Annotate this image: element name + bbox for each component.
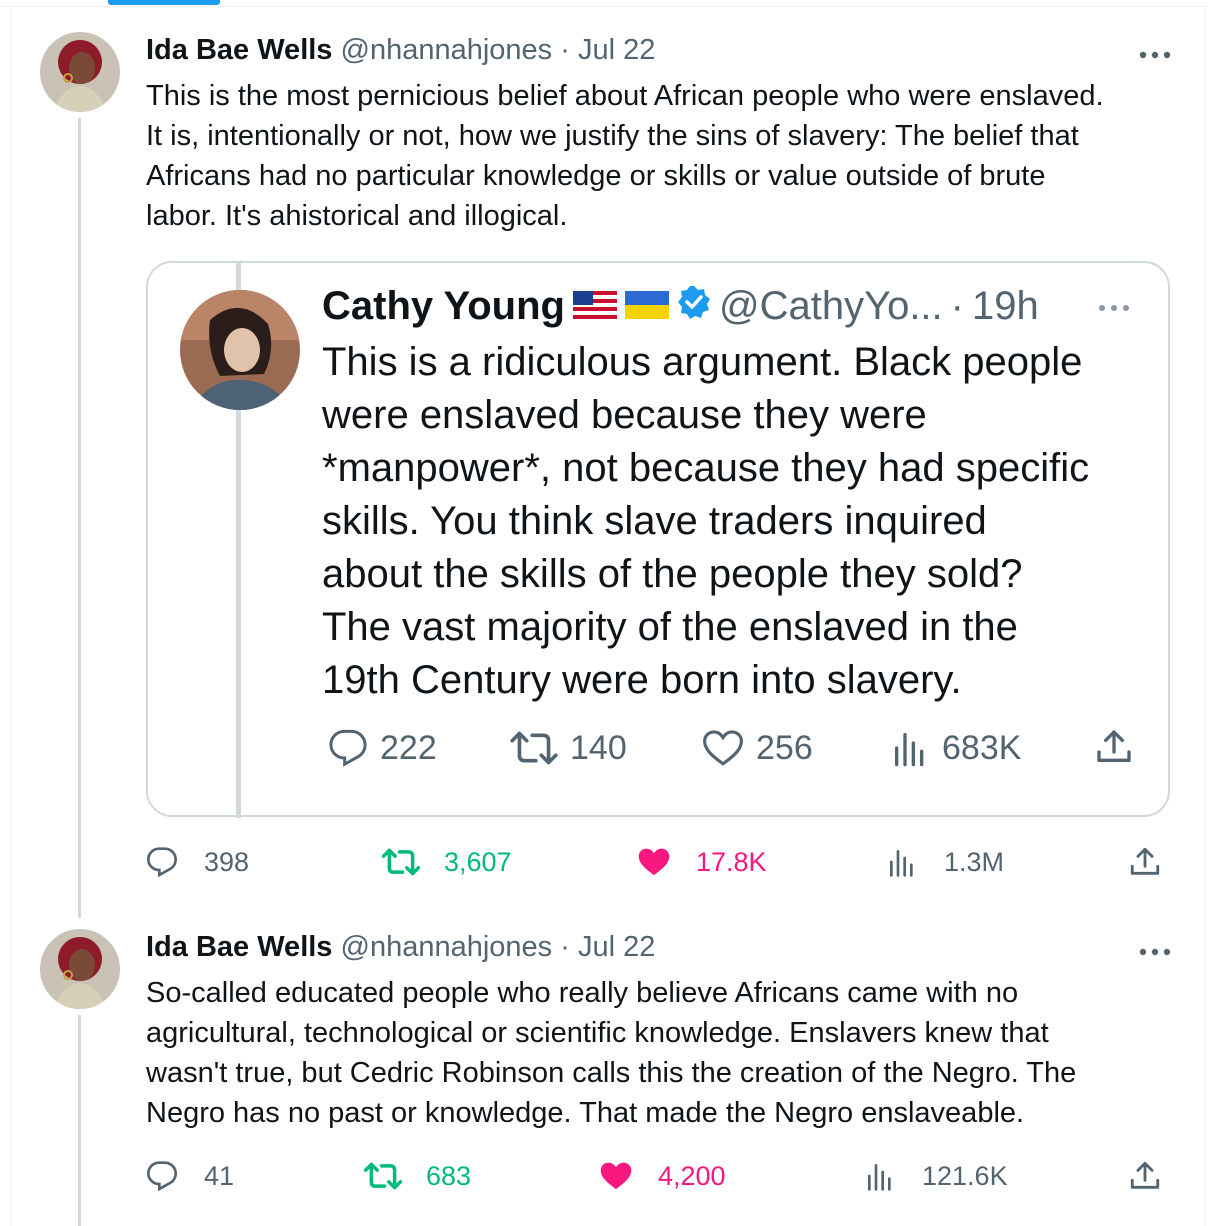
author-name[interactable]: Ida Bae Wells bbox=[146, 931, 332, 963]
more-icon[interactable] bbox=[1138, 944, 1172, 956]
quoted-tweet-header: Cathy Young @CathyYo... · 19h bbox=[322, 284, 1039, 329]
views-icon bbox=[895, 733, 924, 767]
views-count: 683K bbox=[942, 728, 1022, 767]
heart-icon bbox=[638, 848, 670, 876]
retweet-button[interactable]: 683 bbox=[364, 1160, 471, 1192]
quoted-tweet-text: This is a ridiculous argument. Black peo… bbox=[322, 340, 1090, 702]
heart-icon bbox=[703, 730, 743, 766]
divider bbox=[0, 6, 1208, 7]
retweet-button[interactable]: 3,607 bbox=[382, 846, 512, 878]
tweet-text: So-called educated people who really bel… bbox=[146, 977, 1077, 1129]
share-icon bbox=[1097, 730, 1131, 762]
reply-button[interactable]: 222 bbox=[328, 728, 437, 768]
like-button[interactable]: 256 bbox=[702, 728, 813, 768]
views-count: 1.3M bbox=[944, 846, 1005, 877]
share-icon bbox=[1130, 1161, 1160, 1189]
share-button[interactable] bbox=[1128, 1158, 1162, 1194]
views-count: 121.6K bbox=[922, 1160, 1008, 1191]
us-flag-icon bbox=[572, 284, 617, 329]
thread-connector-line bbox=[78, 118, 81, 918]
author-avatar[interactable] bbox=[40, 32, 120, 112]
reply-count: 41 bbox=[204, 1160, 235, 1191]
author-handle[interactable]: @nhannahjones bbox=[341, 34, 553, 66]
retweet-count: 3,607 bbox=[444, 846, 512, 877]
quoted-author-name[interactable]: Cathy Young bbox=[322, 284, 565, 329]
tweet-date[interactable]: Jul 22 bbox=[578, 931, 655, 963]
heart-icon bbox=[600, 1162, 632, 1190]
like-count: 17.8K bbox=[696, 846, 767, 877]
reply-icon bbox=[147, 1161, 178, 1192]
reply-count: 222 bbox=[380, 728, 437, 767]
like-button[interactable]: 17.8K bbox=[636, 846, 767, 878]
separator-dot: · bbox=[950, 284, 964, 328]
reply-icon bbox=[329, 729, 367, 767]
verified-icon bbox=[677, 284, 711, 329]
reply-button[interactable]: 398 bbox=[146, 846, 249, 878]
tweet-header: Ida Bae Wells @nhannahjones · Jul 22 bbox=[146, 931, 655, 964]
retweet-count: 140 bbox=[570, 728, 627, 767]
like-count: 4,200 bbox=[658, 1160, 726, 1191]
author-handle[interactable]: @nhannahjones bbox=[341, 931, 553, 963]
views-button[interactable]: 683K bbox=[890, 728, 1021, 768]
timeline-border-left bbox=[10, 6, 11, 1226]
separator-dot: · bbox=[560, 34, 570, 66]
tweet-date[interactable]: Jul 22 bbox=[578, 34, 655, 66]
quoted-author-handle[interactable]: @CathyYo... bbox=[719, 284, 943, 329]
views-button[interactable]: 1.3M bbox=[886, 846, 1004, 878]
quoted-tweet-time[interactable]: 19h bbox=[972, 284, 1039, 329]
retweet-icon bbox=[364, 1162, 402, 1190]
more-icon[interactable] bbox=[1138, 47, 1172, 59]
ukraine-flag-icon bbox=[624, 284, 669, 329]
reply-button[interactable]: 41 bbox=[146, 1160, 234, 1192]
tweet-text: This is the most pernicious belief about… bbox=[146, 80, 1104, 232]
separator-dot: · bbox=[560, 931, 570, 963]
more-icon[interactable] bbox=[1097, 300, 1131, 311]
active-tab-indicator bbox=[108, 0, 220, 5]
share-icon bbox=[1130, 847, 1160, 875]
views-icon bbox=[890, 850, 913, 877]
reply-count: 398 bbox=[204, 846, 250, 877]
tweet-header: Ida Bae Wells @nhannahjones · Jul 22 bbox=[146, 34, 655, 67]
views-button[interactable]: 121.6K bbox=[864, 1160, 1008, 1192]
quoted-author-avatar[interactable] bbox=[180, 290, 300, 410]
like-button[interactable]: 4,200 bbox=[598, 1160, 726, 1192]
retweet-icon bbox=[382, 848, 420, 876]
author-avatar[interactable] bbox=[40, 929, 120, 1009]
retweet-count: 683 bbox=[426, 1160, 472, 1191]
retweet-icon bbox=[510, 731, 558, 765]
timeline-border-right bbox=[1205, 6, 1206, 1226]
views-icon bbox=[868, 1164, 891, 1191]
like-count: 256 bbox=[756, 728, 813, 767]
share-button[interactable] bbox=[1128, 844, 1162, 880]
author-name[interactable]: Ida Bae Wells bbox=[146, 34, 332, 66]
share-button[interactable] bbox=[1094, 726, 1134, 768]
retweet-button[interactable]: 140 bbox=[510, 728, 627, 768]
reply-icon bbox=[147, 847, 178, 878]
thread-connector-line bbox=[78, 1015, 81, 1226]
